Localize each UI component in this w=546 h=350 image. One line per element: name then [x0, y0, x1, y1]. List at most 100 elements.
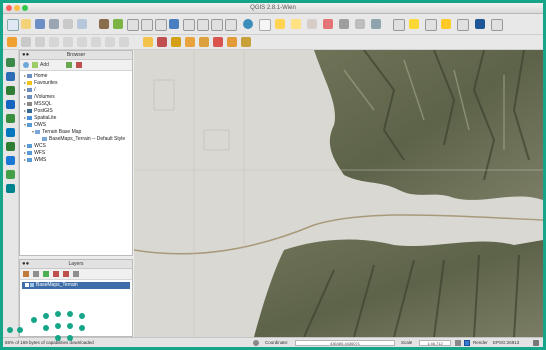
- scale-label: Scale: [401, 340, 413, 345]
- zoom-native-icon[interactable]: [155, 19, 167, 31]
- tree-item-spatialite[interactable]: ▸ SpatiaLite: [24, 115, 56, 121]
- zoom-in-icon[interactable]: [127, 19, 139, 31]
- add-wms-icon[interactable]: [227, 37, 237, 47]
- lock-icon[interactable]: [455, 340, 461, 346]
- filter-icon[interactable]: [66, 62, 72, 68]
- save-as-icon[interactable]: [49, 19, 59, 29]
- add-layer-icon[interactable]: [32, 62, 38, 68]
- terrain-map[interactable]: [134, 50, 543, 337]
- tree-item-mssql[interactable]: ▸ MSSQL: [24, 101, 52, 107]
- copy-icon[interactable]: [105, 37, 115, 47]
- panel-close-icon[interactable]: ●●: [22, 51, 29, 59]
- zoom-full-icon[interactable]: [169, 19, 179, 29]
- label-move-icon[interactable]: [441, 19, 451, 29]
- tree-item-root[interactable]: ▸ /: [24, 87, 36, 93]
- map-canvas[interactable]: [134, 50, 543, 337]
- open-icon[interactable]: [21, 19, 31, 29]
- tree-item-ows[interactable]: ▾ OWS: [24, 122, 46, 128]
- refresh-icon[interactable]: [243, 19, 253, 29]
- add-vector-layer-icon[interactable]: [6, 58, 15, 67]
- move-feature-icon[interactable]: [49, 37, 59, 47]
- print-icon[interactable]: [63, 19, 73, 29]
- add-wfs-layer-icon[interactable]: [6, 156, 15, 165]
- annotation-icon[interactable]: [371, 19, 381, 29]
- zoom-out-icon[interactable]: [141, 19, 153, 31]
- collapse-all-icon[interactable]: [63, 271, 69, 277]
- add-mssql-icon[interactable]: [199, 37, 209, 47]
- pan-icon[interactable]: [99, 19, 109, 29]
- bookmark-icon[interactable]: [355, 19, 365, 29]
- add-group-icon[interactable]: [33, 271, 39, 277]
- filter-legend-icon[interactable]: [43, 271, 49, 277]
- collapse-all-icon[interactable]: [76, 62, 82, 68]
- add-raster-icon[interactable]: [157, 37, 167, 47]
- refresh-icon[interactable]: [23, 62, 29, 68]
- layer-row-basemaps-terrain[interactable]: BaseMaps_Terrain: [22, 282, 130, 289]
- deselect-icon[interactable]: [291, 19, 301, 29]
- raster-layer-icon: [42, 136, 47, 141]
- style-manager-icon[interactable]: [23, 271, 29, 277]
- tree-item-wfs[interactable]: ▸ WFS: [24, 150, 45, 156]
- tree-item-postgis[interactable]: ▸ PostGIS: [24, 108, 53, 114]
- add-feature-icon[interactable]: [35, 37, 45, 47]
- save-edits-icon[interactable]: [21, 37, 31, 47]
- visibility-checkbox[interactable]: [25, 283, 29, 287]
- zoom-selection-icon[interactable]: [197, 19, 209, 31]
- help-icon[interactable]: [491, 19, 503, 31]
- add-spatialite-layer-icon[interactable]: [6, 100, 15, 109]
- add-spatialite-icon[interactable]: [185, 37, 195, 47]
- browser-panel-header: ●● Browser: [20, 51, 132, 60]
- add-button[interactable]: Add: [40, 62, 49, 68]
- identify-icon[interactable]: [259, 19, 271, 31]
- composer-icon[interactable]: [77, 19, 87, 29]
- open-table-icon[interactable]: [307, 19, 317, 29]
- coordinate-toggle-icon[interactable]: [253, 340, 259, 346]
- label-show-icon[interactable]: [425, 19, 437, 31]
- new-shapefile-icon[interactable]: [6, 184, 15, 193]
- tree-item-basemaps-terrain[interactable]: BaseMaps_Terrain -- Default Style: [42, 136, 125, 142]
- save-icon[interactable]: [35, 19, 45, 29]
- crs-status[interactable]: EPSG:26913: [493, 338, 519, 347]
- panel-close-icon[interactable]: ●●: [22, 260, 29, 268]
- tree-item-favourites[interactable]: ▸ Favourites: [24, 80, 57, 86]
- node-tool-icon[interactable]: [63, 37, 73, 47]
- zoom-layer-icon[interactable]: [183, 19, 195, 31]
- paste-icon[interactable]: [119, 37, 129, 47]
- map-tips-icon[interactable]: [339, 19, 349, 29]
- add-wcs-layer-icon[interactable]: [6, 142, 15, 151]
- tree-item-terrain-base-map[interactable]: ▾ Terrain Base Map: [32, 129, 81, 135]
- expand-all-icon[interactable]: [53, 271, 59, 277]
- label-icon[interactable]: [393, 19, 405, 31]
- remove-layer-icon[interactable]: [73, 271, 79, 277]
- cut-icon[interactable]: [91, 37, 101, 47]
- messages-icon[interactable]: [533, 340, 539, 346]
- render-checkbox[interactable]: [464, 340, 470, 346]
- label-rotate-icon[interactable]: [457, 19, 469, 31]
- measure-icon[interactable]: [323, 19, 333, 29]
- add-wcs-icon[interactable]: [241, 37, 251, 47]
- add-postgis-icon[interactable]: [171, 37, 181, 47]
- delete-selected-icon[interactable]: [77, 37, 87, 47]
- zoom-next-icon[interactable]: [225, 19, 237, 31]
- add-wms-layer-icon[interactable]: [6, 128, 15, 137]
- edit-pencil-icon[interactable]: [7, 37, 17, 47]
- zoom-last-icon[interactable]: [211, 19, 223, 31]
- add-delimited-text-icon[interactable]: [6, 170, 15, 179]
- browser-panel: ●● Browser Add ▸ Home ▸ Favourites ▸ / ▸…: [19, 50, 133, 256]
- scale-field[interactable]: 1:46,712: [419, 340, 451, 346]
- tree-item-wcs[interactable]: ▸ WCS: [24, 143, 46, 149]
- add-postgis-layer-icon[interactable]: [6, 86, 15, 95]
- select-icon[interactable]: [275, 19, 285, 29]
- python-console-icon[interactable]: [475, 19, 485, 29]
- add-oracle-icon[interactable]: [213, 37, 223, 47]
- add-raster-layer-icon[interactable]: [6, 72, 15, 81]
- tree-item-wms[interactable]: ▸ WMS: [24, 157, 46, 163]
- add-vector-icon[interactable]: [143, 37, 153, 47]
- add-mssql-layer-icon[interactable]: [6, 114, 15, 123]
- label-pin-icon[interactable]: [409, 19, 419, 29]
- tree-item-home[interactable]: ▸ Home: [24, 73, 47, 79]
- coordinate-field[interactable]: 436485,4436071: [295, 340, 395, 346]
- pan-to-selection-icon[interactable]: [113, 19, 123, 29]
- tree-item-volumes[interactable]: ▸ /Volumes: [24, 94, 55, 100]
- new-project-icon[interactable]: [7, 19, 19, 31]
